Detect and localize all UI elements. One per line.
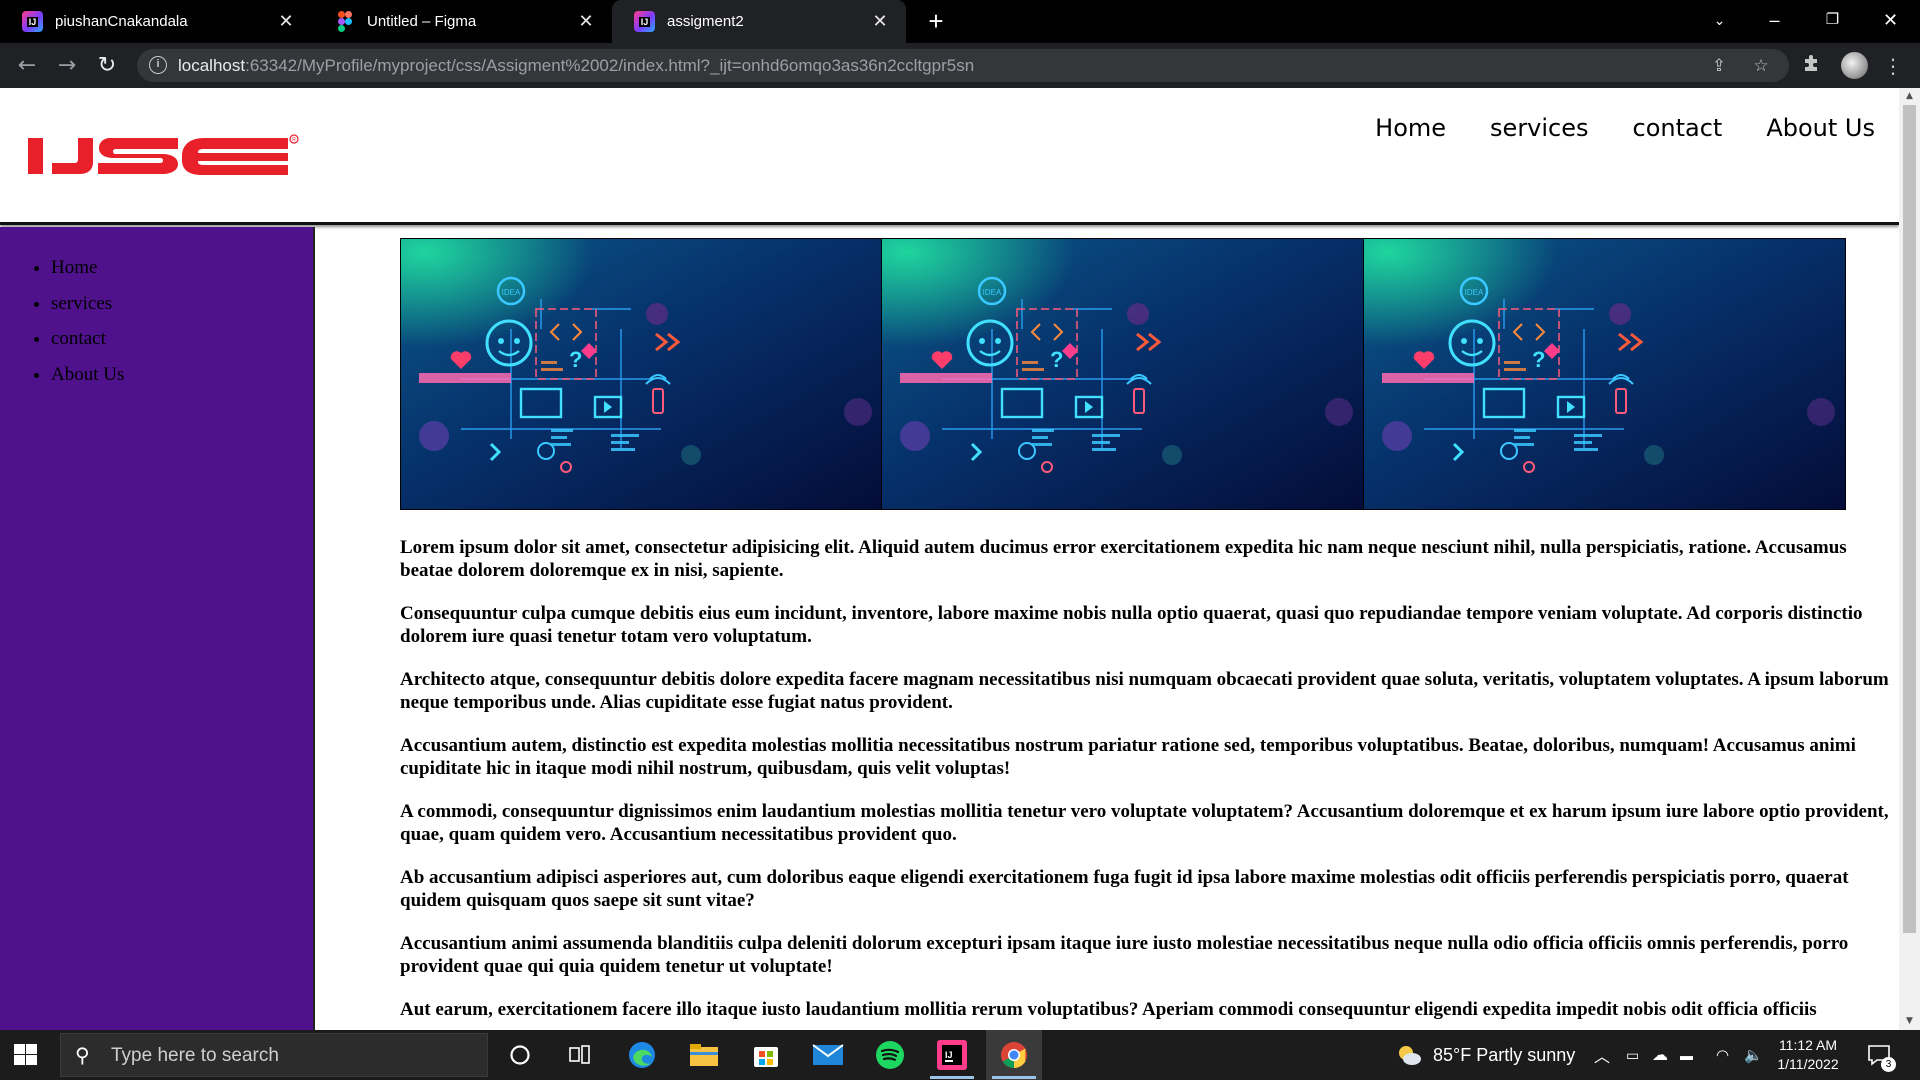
edge-browser-icon[interactable] (614, 1030, 670, 1080)
tab-title: piushanCnakandala (55, 13, 188, 30)
svg-text:IJ: IJ (945, 1050, 953, 1060)
sidebar-item-about-us[interactable]: About Us (51, 357, 313, 393)
search-icon: ⚲ (75, 1043, 90, 1067)
forward-arrow-icon[interactable]: → (50, 49, 84, 83)
image-gallery: IDEA ? IDEA ? IDEA ? (400, 238, 1846, 510)
partly-sunny-icon (1399, 1046, 1421, 1065)
nav-link-about-us[interactable]: About Us (1766, 114, 1875, 142)
weather-text: 85°F Partly sunny (1433, 1044, 1576, 1065)
wifi-icon[interactable]: ◠ (1716, 1030, 1729, 1080)
svg-text:IDEA: IDEA (1464, 288, 1483, 297)
content-paragraph: Ab accusantium adipisci asperiores aut, … (400, 867, 1849, 911)
content-paragraph: A commodi, consequuntur dignissimos enim… (400, 801, 1889, 845)
svg-text:?: ? (569, 347, 582, 372)
content-paragraph: Architecto atque, consequuntur debitis d… (400, 669, 1889, 713)
system-clock[interactable]: 11:12 AM 1/11/2022 (1771, 1036, 1845, 1074)
main-content: Lorem ipsum dolor sit amet, consectetur … (400, 536, 1890, 1030)
content-paragraph: Aut earum, exercitationem facere illo it… (400, 999, 1817, 1020)
notification-center-icon[interactable]: 3 (1866, 1030, 1896, 1080)
gallery-image: IDEA ? (1363, 239, 1845, 509)
browser-tab[interactable]: IJ piushanCnakandala ✕ (0, 0, 312, 43)
tab-title: Untitled – Figma (367, 13, 477, 30)
browser-tab-bar: IJ piushanCnakandala ✕ Untitled – Figma … (0, 0, 1920, 43)
task-view-icon[interactable] (552, 1030, 608, 1080)
content-paragraph: Lorem ipsum dolor sit amet, consectetur … (400, 537, 1847, 581)
nav-link-home[interactable]: Home (1375, 114, 1446, 142)
reload-icon[interactable]: ↻ (90, 49, 124, 83)
svg-text:?: ? (1050, 347, 1063, 372)
file-explorer-icon[interactable] (676, 1030, 732, 1080)
new-tab-button[interactable]: + (921, 6, 951, 36)
gallery-image: IDEA ? (401, 239, 883, 509)
top-navigation: Home services contact About Us (1375, 114, 1875, 142)
sidebar-item-home[interactable]: Home (51, 250, 313, 286)
close-tab-icon[interactable]: ✕ (870, 11, 890, 32)
content-paragraph: Accusantium animi assumenda blanditiis c… (400, 933, 1849, 977)
nav-link-contact[interactable]: contact (1633, 114, 1723, 142)
share-icon[interactable]: ⇪ (1708, 56, 1730, 76)
scroll-up-arrow-icon[interactable]: ▲ (1899, 88, 1920, 105)
weather-widget[interactable]: 85°F Partly sunny (1395, 1030, 1575, 1080)
sidebar-item-contact[interactable]: contact (51, 321, 313, 357)
url-host: localhost (178, 56, 246, 75)
volume-icon[interactable]: 🔈 (1744, 1030, 1763, 1080)
intellij-icon: IJ (634, 11, 655, 32)
site-header: R Home services contact About Us (0, 88, 1899, 225)
url-text[interactable]: localhost:63342/MyProfile/myproject/css/… (178, 56, 974, 76)
profile-avatar[interactable] (1841, 52, 1868, 79)
figma-icon (334, 11, 355, 32)
windows-taskbar: ⚲ Type here to search IJ 85°F Partly sun… (0, 1030, 1920, 1080)
gallery-image: IDEA ? (882, 239, 1364, 509)
intellij-icon: IJ (22, 11, 43, 32)
page-viewport: R Home services contact About Us Home se… (0, 88, 1899, 1030)
ijse-logo[interactable]: R (28, 132, 300, 182)
menu-kebab-icon[interactable]: ⋮ (1880, 53, 1906, 79)
svg-text:?: ? (1532, 347, 1545, 372)
scroll-down-arrow-icon[interactable]: ▼ (1899, 1013, 1920, 1030)
svg-text:R: R (292, 137, 296, 143)
svg-text:IDEA: IDEA (502, 288, 521, 297)
site-info-icon[interactable]: i (149, 56, 167, 74)
sidebar: Home services contact About Us (0, 227, 315, 1030)
page-scrollbar[interactable]: ▲ ▼ (1899, 88, 1920, 1030)
nav-link-services[interactable]: services (1490, 114, 1588, 142)
content-paragraph: Consequuntur culpa cumque debitis eius e… (400, 603, 1863, 647)
address-bar[interactable]: i localhost:63342/MyProfile/myproject/cs… (137, 49, 1789, 82)
scrollbar-thumb[interactable] (1903, 105, 1916, 933)
windows-start-icon[interactable] (14, 1044, 38, 1066)
onedrive-cloud-icon[interactable]: ☁ (1652, 1030, 1668, 1080)
sidebar-menu: Home services contact About Us (51, 250, 313, 392)
battery-icon[interactable]: ▬ (1680, 1030, 1693, 1080)
close-window-button[interactable]: ✕ (1863, 0, 1918, 43)
back-arrow-icon[interactable]: ← (10, 49, 44, 83)
browser-toolbar: ← → ↻ i localhost:63342/MyProfile/myproj… (0, 43, 1920, 88)
taskbar-search-box[interactable]: ⚲ Type here to search (60, 1033, 488, 1077)
show-hidden-icons-chevron-icon[interactable]: ︿ (1594, 1030, 1610, 1080)
mail-icon[interactable] (800, 1030, 856, 1080)
spotify-icon[interactable] (862, 1030, 918, 1080)
sidebar-item-services[interactable]: services (51, 286, 313, 322)
meet-now-icon[interactable]: ▭ (1626, 1030, 1639, 1080)
tab-search-chevron-icon[interactable]: ⌄ (1692, 0, 1747, 43)
close-tab-icon[interactable]: ✕ (276, 11, 296, 32)
notification-count-badge: 3 (1881, 1057, 1896, 1072)
clock-time: 11:12 AM (1778, 1037, 1838, 1053)
close-tab-icon[interactable]: ✕ (576, 11, 596, 32)
minimize-button[interactable]: – (1747, 0, 1802, 43)
browser-tab[interactable]: Untitled – Figma ✕ (312, 0, 612, 43)
extensions-puzzle-icon[interactable] (1799, 53, 1825, 79)
tab-title: assigment2 (667, 13, 744, 30)
search-placeholder: Type here to search (111, 1045, 279, 1066)
bookmark-star-icon[interactable]: ☆ (1750, 56, 1772, 76)
url-path: :63342/MyProfile/myproject/css/Assigment… (245, 56, 975, 75)
restore-button[interactable]: ❐ (1805, 0, 1860, 43)
cortana-icon[interactable] (492, 1030, 548, 1080)
chrome-taskbar-icon[interactable] (986, 1030, 1042, 1080)
intellij-taskbar-icon[interactable]: IJ (924, 1030, 980, 1080)
svg-text:IDEA: IDEA (983, 288, 1002, 297)
browser-tab-active[interactable]: IJ assigment2 ✕ (612, 0, 906, 43)
clock-date: 1/11/2022 (1777, 1056, 1839, 1072)
content-paragraph: Accusantium autem, distinctio est expedi… (400, 735, 1856, 779)
microsoft-store-icon[interactable] (738, 1030, 794, 1080)
